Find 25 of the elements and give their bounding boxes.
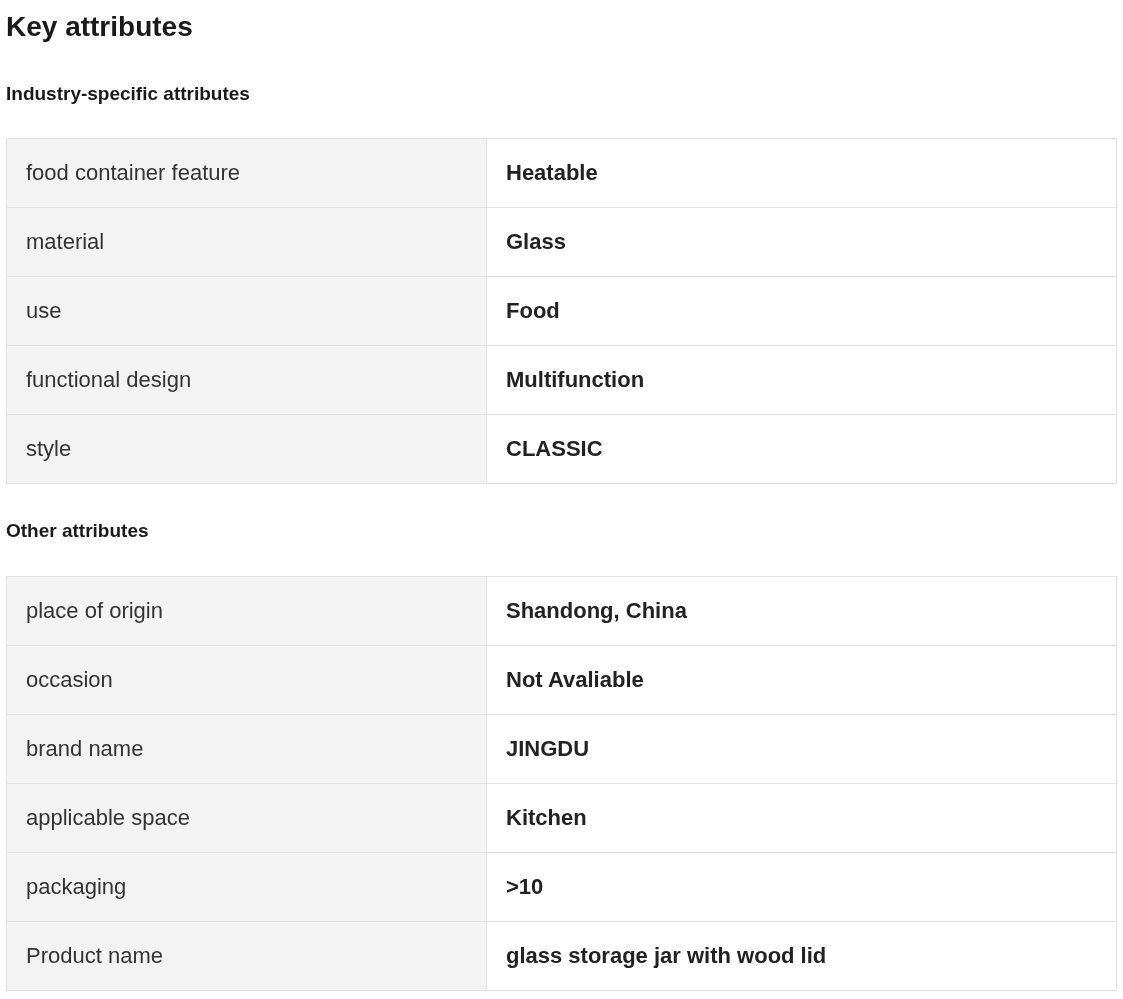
attribute-value-cell: Food [486,276,1117,346]
attribute-name-cell: Product name [6,921,487,991]
attribute-name-cell: food container feature [6,138,487,208]
section-heading: Industry-specific attributes [6,82,251,106]
attribute-value-cell: Heatable [486,138,1117,208]
attribute-value-cell: glass storage jar with wood lid [486,921,1117,991]
attribute-value-cell: Not Avaliable [486,645,1117,715]
attribute-value-cell: Multifunction [486,345,1117,415]
attribute-value-cell: Glass [486,207,1117,277]
attribute-name-cell: material [6,207,487,277]
attribute-name-cell: functional design [6,345,487,415]
attribute-value-cell: CLASSIC [486,414,1117,484]
section-heading: Other attributes [6,519,150,543]
attribute-value-cell: >10 [486,852,1117,922]
attribute-name-cell: style [6,414,487,484]
attribute-name-cell: applicable space [6,783,487,853]
attribute-name-cell: use [6,276,487,346]
attribute-value-cell: Shandong, China [486,576,1117,646]
attribute-name-cell: place of origin [6,576,487,646]
page-title: Key attributes [6,10,194,44]
attribute-value-cell: Kitchen [486,783,1117,853]
attribute-name-cell: packaging [6,852,487,922]
attribute-name-cell: occasion [6,645,487,715]
attribute-value-cell: JINGDU [486,714,1117,784]
attribute-name-cell: brand name [6,714,487,784]
